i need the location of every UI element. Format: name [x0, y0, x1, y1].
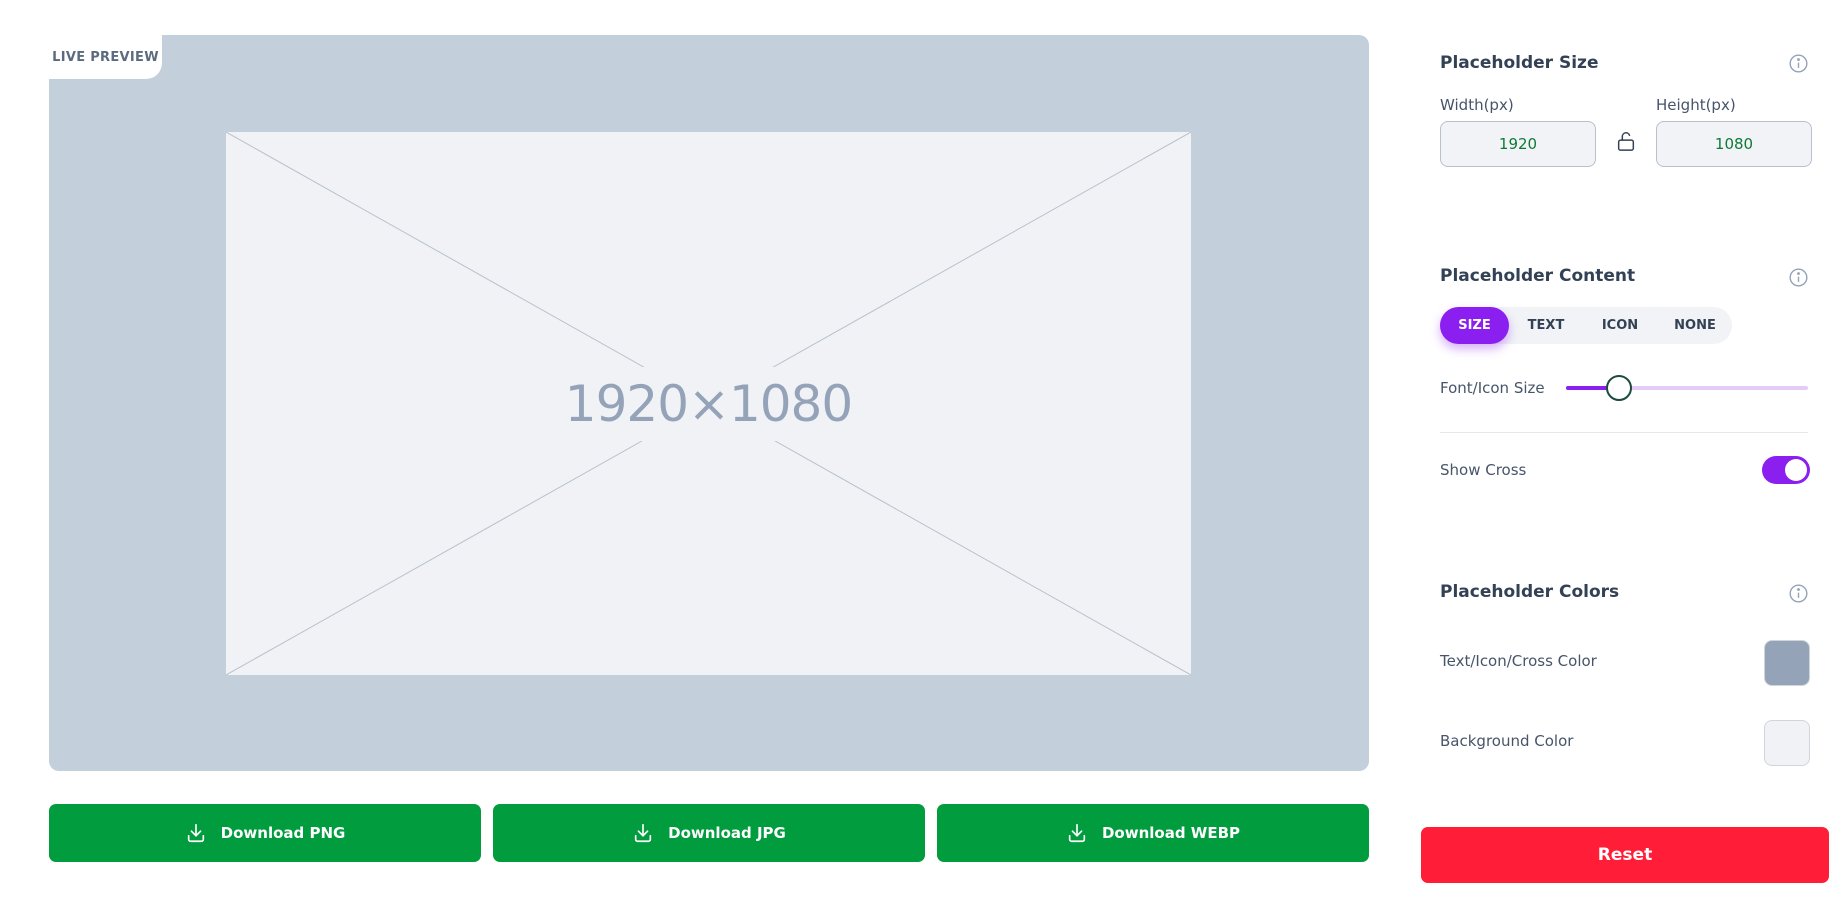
text-icon-cross-color-swatch[interactable]	[1764, 640, 1810, 686]
placeholder-image: 1920×1080	[226, 132, 1191, 675]
live-preview-tab-label: LIVE PREVIEW	[49, 35, 162, 79]
placeholder-colors-title: Placeholder Colors	[1440, 582, 1620, 602]
live-preview-panel: LIVE PREVIEW 1920×1080	[49, 35, 1369, 771]
settings-panel: Placeholder Size Width(px) Height(px) Pl…	[1421, 0, 1834, 904]
toggle-knob	[1785, 459, 1807, 481]
info-icon[interactable]	[1788, 583, 1809, 604]
download-webp-label: Download WEBP	[1101, 824, 1241, 842]
width-label: Width(px)	[1440, 96, 1514, 114]
width-input[interactable]	[1440, 121, 1596, 167]
download-icon	[1068, 823, 1086, 843]
info-icon[interactable]	[1788, 267, 1809, 288]
download-jpg-label: Download JPG	[668, 824, 786, 842]
download-icon	[634, 823, 652, 843]
content-option-size[interactable]: SIZE	[1440, 307, 1509, 344]
download-webp-button[interactable]: Download WEBP	[937, 804, 1369, 862]
placeholder-size-title: Placeholder Size	[1440, 53, 1599, 73]
height-label: Height(px)	[1656, 96, 1736, 114]
download-jpg-button[interactable]: Download JPG	[493, 804, 925, 862]
unlocked-padlock-icon[interactable]	[1615, 129, 1637, 153]
download-buttons: Download PNG Download JPG Download WEBP	[49, 804, 1369, 862]
placeholder-size-text: 1920×1080	[540, 366, 877, 441]
font-icon-size-slider[interactable]	[1566, 375, 1808, 401]
background-color-swatch[interactable]	[1764, 720, 1810, 766]
content-type-selector: SIZE TEXT ICON NONE	[1440, 307, 1732, 344]
slider-thumb[interactable]	[1606, 375, 1633, 401]
download-icon	[187, 823, 204, 843]
reset-button[interactable]: Reset	[1421, 827, 1829, 883]
text-icon-cross-color-label: Text/Icon/Cross Color	[1440, 652, 1597, 670]
background-color-label: Background Color	[1440, 732, 1574, 750]
placeholder-content-title: Placeholder Content	[1440, 266, 1636, 286]
divider	[1440, 432, 1808, 433]
height-input[interactable]	[1656, 121, 1812, 167]
show-cross-label: Show Cross	[1440, 461, 1527, 479]
content-option-icon[interactable]: ICON	[1586, 307, 1654, 344]
font-icon-size-label: Font/Icon Size	[1440, 379, 1545, 397]
show-cross-toggle[interactable]	[1762, 456, 1810, 484]
download-png-button[interactable]: Download PNG	[49, 804, 481, 862]
download-png-label: Download PNG	[220, 824, 346, 842]
content-option-none[interactable]: NONE	[1660, 307, 1730, 344]
info-icon[interactable]	[1788, 53, 1809, 74]
content-option-text[interactable]: TEXT	[1512, 307, 1580, 344]
